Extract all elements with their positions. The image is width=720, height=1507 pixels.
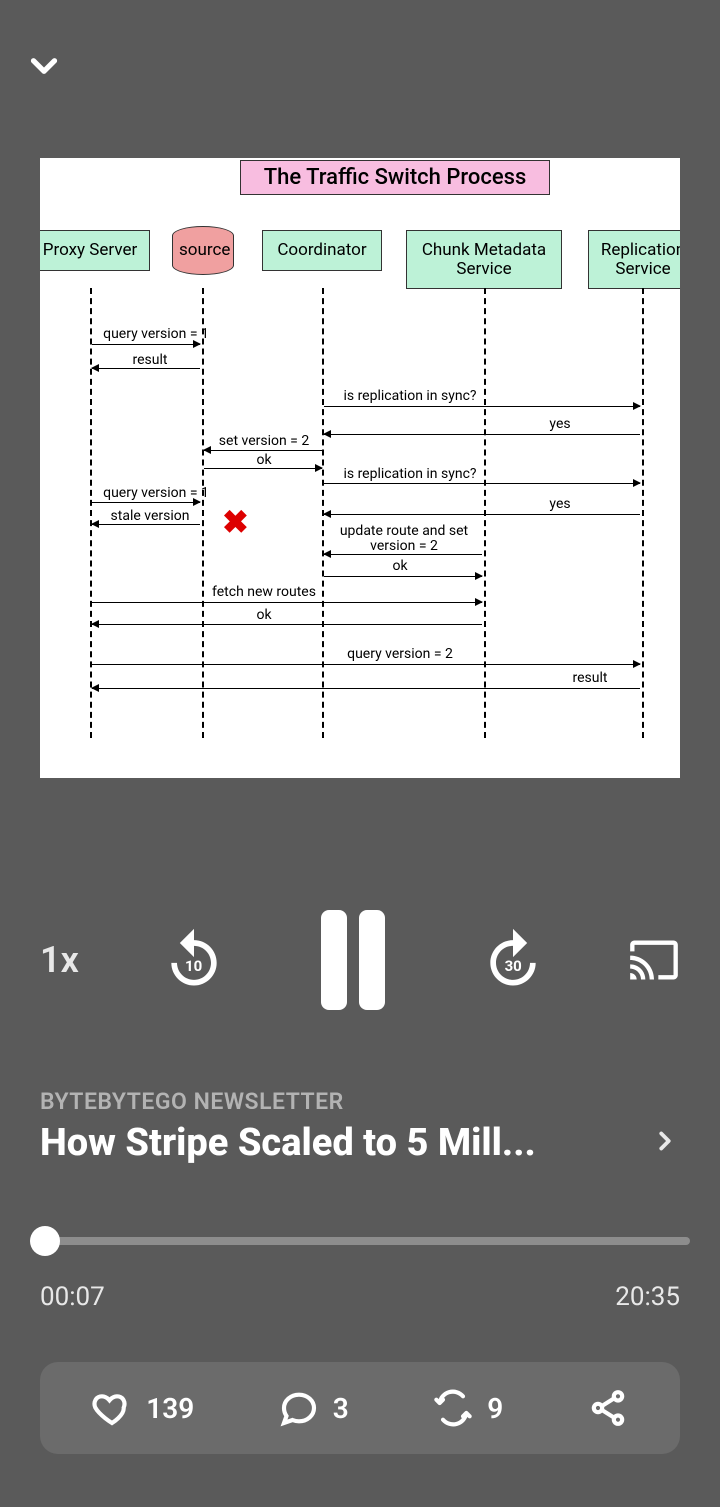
heart-icon	[92, 1388, 132, 1428]
error-x-icon: ✖	[222, 503, 249, 541]
time-elapsed: 00:07	[40, 1282, 105, 1312]
msg-arrow	[204, 450, 322, 451]
msg-arrow	[204, 468, 322, 469]
msg-label: is replication in sync?	[343, 388, 476, 404]
episode-artwork: The Traffic Switch Process Proxy Server …	[40, 158, 680, 778]
diagram-title: The Traffic Switch Process	[240, 160, 550, 195]
msg-arrow	[324, 434, 640, 435]
msg-label: query version = 1	[103, 485, 209, 501]
time-total: 20:35	[615, 1282, 680, 1312]
msg-label: ok	[392, 558, 407, 574]
participant-replication: Replication Service	[588, 230, 680, 289]
msg-arrow	[92, 344, 200, 345]
msg-label: set version = 2	[219, 433, 309, 449]
progress-thumb[interactable]	[30, 1226, 60, 1256]
msg-arrow	[324, 514, 640, 515]
lifeline	[202, 288, 204, 738]
progress-track	[30, 1237, 690, 1245]
msg-arrow	[92, 624, 482, 625]
msg-label: query version = 2	[347, 646, 453, 662]
msg-label: yes	[549, 496, 570, 512]
share-button[interactable]	[588, 1388, 628, 1428]
share-icon	[588, 1388, 628, 1428]
episode-title-row[interactable]: How Stripe Scaled to 5 Mill...	[40, 1121, 680, 1165]
rewind-10-button[interactable]: 10	[160, 926, 228, 994]
msg-arrow	[92, 524, 200, 525]
msg-arrow	[324, 406, 640, 407]
chevron-right-icon	[650, 1126, 680, 1160]
msg-arrow	[92, 688, 640, 689]
msg-label: yes	[549, 416, 570, 432]
comment-icon	[279, 1388, 319, 1428]
msg-arrow	[92, 602, 482, 603]
msg-arrow	[92, 368, 200, 369]
participant-source-db: source	[172, 226, 234, 275]
msg-label: ok	[256, 452, 271, 468]
msg-arrow	[324, 483, 640, 484]
lifeline	[484, 288, 486, 738]
repost-button[interactable]: 9	[433, 1388, 503, 1428]
msg-label: is replication in sync?	[343, 466, 476, 482]
msg-label: update route and set version = 2	[339, 524, 469, 553]
episode-title: How Stripe Scaled to 5 Mill...	[40, 1121, 536, 1165]
msg-label: query version = 1	[103, 326, 209, 342]
msg-arrow	[92, 502, 200, 503]
forward-seconds-label: 30	[505, 957, 522, 975]
collapse-button[interactable]	[20, 42, 68, 90]
msg-label: stale version	[111, 508, 190, 524]
repost-icon	[433, 1388, 473, 1428]
msg-arrow	[324, 576, 482, 577]
like-count: 139	[146, 1392, 194, 1425]
rewind-seconds-label: 10	[185, 957, 202, 975]
msg-label: ok	[256, 607, 271, 623]
participant-proxy-server: Proxy Server	[40, 230, 150, 271]
source-label: BYTEBYTEGO NEWSLETTER	[40, 1088, 680, 1115]
msg-arrow	[92, 664, 640, 665]
comment-count: 3	[333, 1392, 349, 1425]
pause-button[interactable]	[308, 915, 398, 1005]
participant-chunk-metadata: Chunk Metadata Service	[406, 230, 562, 289]
playback-speed-button[interactable]: 1x	[40, 939, 79, 981]
msg-label: fetch new routes	[212, 584, 316, 600]
progress-scrubber[interactable]	[30, 1228, 690, 1252]
participant-coordinator: Coordinator	[262, 230, 382, 271]
msg-arrow	[324, 554, 482, 555]
msg-label: result	[133, 352, 168, 368]
repost-count: 9	[487, 1392, 503, 1425]
cast-button[interactable]	[628, 934, 680, 986]
engagement-bar: 139 3 9	[40, 1362, 680, 1454]
comment-button[interactable]: 3	[279, 1388, 349, 1428]
lifeline	[642, 288, 644, 738]
msg-label: result	[573, 670, 608, 686]
lifeline	[90, 288, 92, 738]
like-button[interactable]: 139	[92, 1388, 194, 1428]
forward-30-button[interactable]: 30	[479, 926, 547, 994]
